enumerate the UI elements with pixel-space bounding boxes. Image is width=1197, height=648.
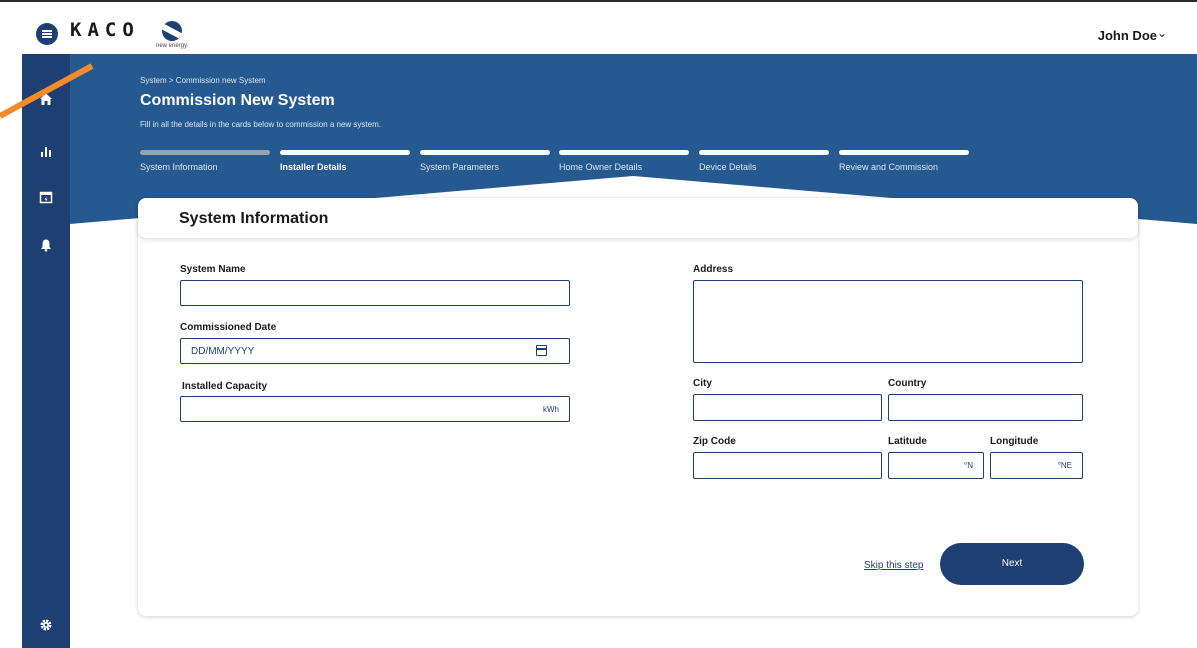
step-progress-bar [839, 150, 969, 155]
step-progress-bar [559, 150, 689, 155]
step-label: Installer Details [280, 162, 347, 172]
page-title: Commission New System [140, 92, 335, 109]
installed-capacity-label: Installed Capacity [182, 381, 268, 392]
calendar-icon[interactable] [22, 190, 70, 208]
step-progress-bar [280, 150, 410, 155]
chevron-down-icon[interactable]: ⌄ [1157, 26, 1167, 40]
step-review-and-commission[interactable]: Review and Commission [839, 150, 969, 172]
step-device-details[interactable]: Device Details [699, 150, 829, 172]
annotation-arrow-icon [0, 63, 94, 119]
longitude-input[interactable]: °NE [990, 452, 1083, 479]
stepper: System Information Installer Details Sys… [140, 150, 970, 174]
system-name-label: System Name [180, 264, 246, 275]
system-information-card: System Information System Name Commissio… [138, 198, 1138, 616]
step-progress-bar [140, 150, 270, 155]
country-input[interactable] [888, 394, 1083, 421]
logo-mark-icon [162, 21, 182, 41]
chart-icon[interactable] [22, 144, 70, 162]
sidebar [22, 54, 70, 648]
step-label: System Parameters [420, 162, 500, 172]
kwh-unit: kWh [543, 405, 559, 414]
step-progress-bar [699, 150, 829, 155]
card-title: System Information [179, 210, 329, 227]
commissioned-date-label: Commissioned Date [180, 322, 277, 333]
menu-icon[interactable] [36, 23, 58, 45]
city-input[interactable] [693, 394, 882, 421]
step-label: System Information [140, 162, 218, 172]
address-label: Address [693, 264, 734, 275]
step-label: Review and Commission [839, 162, 939, 172]
latitude-label: Latitude [888, 436, 927, 447]
step-label: Home Owner Details [559, 162, 643, 172]
calendar-icon[interactable] [536, 345, 547, 356]
step-home-owner-details[interactable]: Home Owner Details [559, 150, 689, 172]
gear-icon[interactable] [22, 618, 70, 636]
zip-code-label: Zip Code [693, 436, 736, 447]
logo-text: KACO [70, 19, 140, 41]
skip-step-link[interactable]: Skip this step [864, 560, 923, 571]
installed-capacity-input[interactable]: kWh [180, 396, 570, 422]
bell-icon[interactable] [22, 238, 70, 256]
step-system-parameters[interactable]: System Parameters [420, 150, 550, 172]
system-name-input[interactable] [180, 280, 570, 306]
country-label: Country [888, 378, 927, 389]
zip-code-input[interactable] [693, 452, 882, 479]
step-label: Device Details [699, 162, 757, 172]
latitude-input[interactable]: °N [888, 452, 984, 479]
step-progress-bar [420, 150, 550, 155]
next-button[interactable]: Next [940, 543, 1084, 585]
address-textarea[interactable] [693, 280, 1083, 363]
user-menu[interactable]: John Doe [1098, 28, 1157, 43]
kaco-logo: KACO new energy. [70, 19, 200, 49]
commissioned-date-input[interactable]: DD/MM/YYYY [180, 338, 570, 364]
city-label: City [693, 378, 712, 389]
logo-tagline: new energy. [156, 43, 189, 49]
longitude-label: Longitude [990, 436, 1039, 447]
card-header: System Information [138, 198, 1138, 238]
top-bar: KACO new energy. John Doe ⌄ [0, 0, 1197, 54]
longitude-unit: °NE [1057, 461, 1072, 470]
commissioned-date-placeholder: DD/MM/YYYY [191, 346, 255, 357]
latitude-unit: °N [964, 461, 973, 470]
step-system-information[interactable]: System Information [140, 150, 270, 172]
step-installer-details[interactable]: Installer Details [280, 150, 410, 172]
page-subtitle: Fill in all the details in the cards bel… [140, 120, 381, 129]
breadcrumb[interactable]: System > Commission new System [140, 76, 266, 85]
